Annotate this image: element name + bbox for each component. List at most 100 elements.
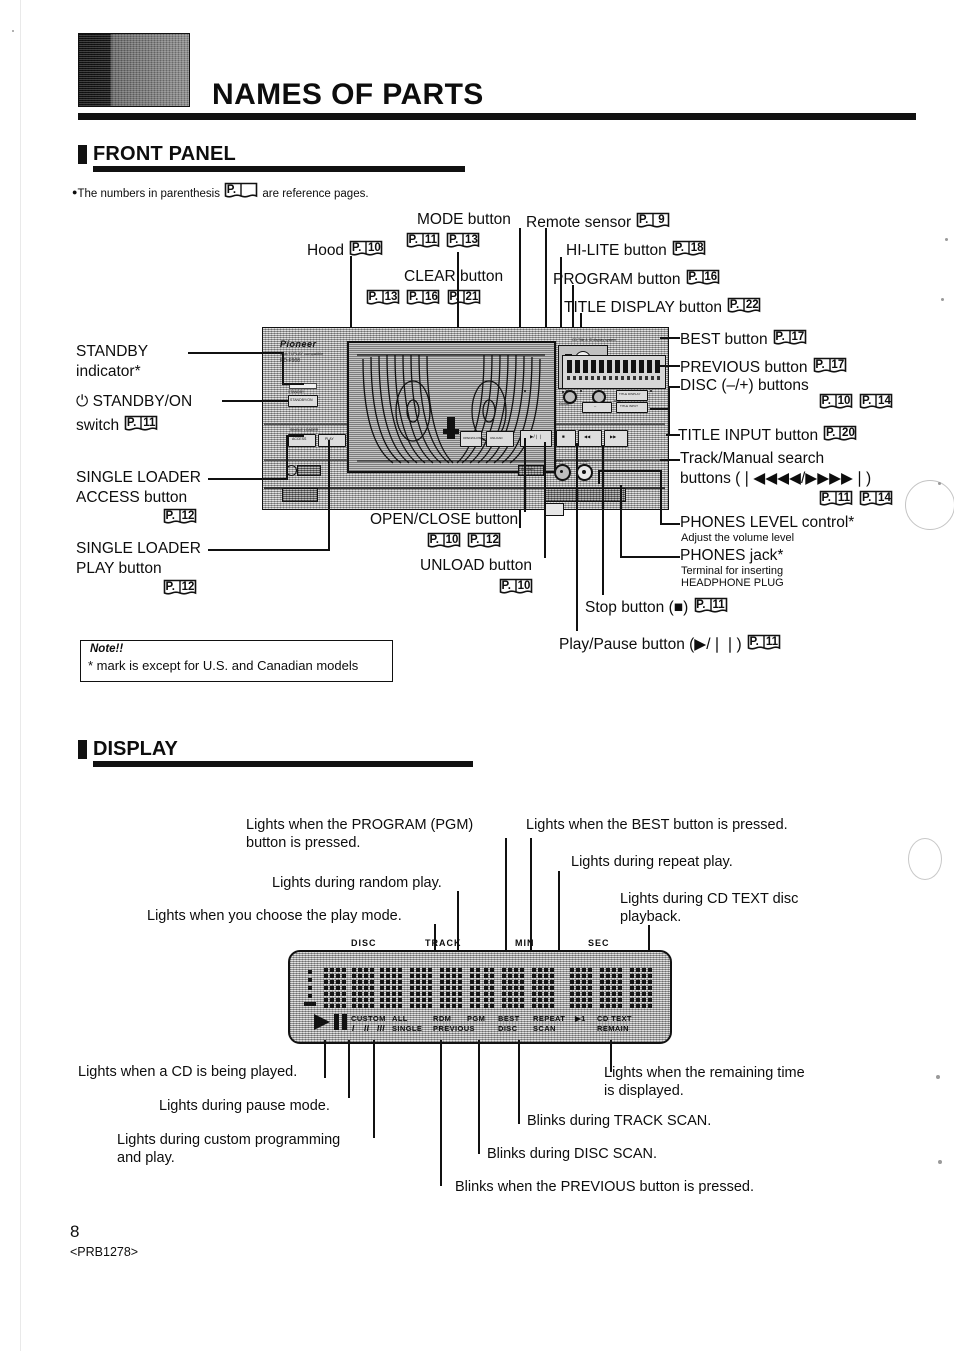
standby-on-line2: switch bbox=[76, 416, 120, 434]
unload-callout-label: UNLOAD button bbox=[420, 557, 532, 574]
leader-line bbox=[650, 408, 668, 410]
callout-clear-button-refs: P. 13 P. 16 P. 21 bbox=[365, 289, 482, 309]
call out-previous-blink: Blinks when the PREVIOUS button is press… bbox=[455, 1179, 755, 1195]
callout-single-loader-access: SINGLE LOADER ACCESS button P. 12 bbox=[76, 469, 201, 528]
leader-line bbox=[660, 459, 680, 461]
cd-text-line2: playback. bbox=[620, 908, 682, 925]
cd-text-badge: CD Title & ID display system bbox=[572, 338, 617, 342]
callout-stop-button: Stop button (■) P. 11 bbox=[585, 597, 729, 617]
callout-random-indicator: Lights during random play. bbox=[272, 875, 442, 891]
leader-line bbox=[668, 386, 680, 388]
fluorescent-display-panel: CUSTOM ALL RDM PGM BEST REPEAT ▶1 CD TEX… bbox=[288, 950, 672, 1044]
indicator-best: BEST bbox=[498, 1014, 520, 1023]
note-title: Note!! bbox=[90, 643, 124, 655]
leader-line bbox=[324, 1040, 326, 1078]
indicator-all: ALL bbox=[392, 1014, 408, 1023]
leader-line bbox=[598, 470, 660, 472]
single-loader-group-label: SINGLE LOADER bbox=[290, 428, 319, 432]
leader-line bbox=[208, 549, 330, 551]
play-pause-callout-label: Play/Pause button (▶/❘❘) bbox=[559, 636, 742, 653]
leader-line bbox=[602, 445, 604, 595]
remain-line1: Lights when the remaining time bbox=[604, 1065, 805, 1081]
callout-cd-text-indicator: Lights during CD TEXT disc playback. bbox=[620, 891, 798, 925]
cd-changer-illustration: Pioneer MULTI-PLAY compatible PD-F908 ST… bbox=[262, 327, 669, 510]
page-ref-number: 12 bbox=[181, 510, 195, 523]
page-ref-number: 18 bbox=[690, 242, 704, 254]
indicator-remain: REMAIN bbox=[597, 1024, 629, 1033]
remain-line2: is displayed. bbox=[604, 1082, 684, 1099]
scan-artifact-arc bbox=[908, 838, 942, 880]
front-panel-heading: FRONT PANEL bbox=[93, 143, 236, 165]
phones-plate-label: PHONES bbox=[521, 467, 534, 471]
page-ref-number: 10 bbox=[445, 534, 459, 546]
display-heading: DISPLAY bbox=[93, 738, 178, 760]
page-ref-icon: P. 9 bbox=[636, 212, 670, 232]
leader-line bbox=[660, 365, 680, 367]
page-ref-icon: P. 13 bbox=[366, 289, 400, 309]
unload-label: UNLOAD bbox=[490, 436, 503, 440]
callout-standby-on-switch: ⏻ STANDBY/ON switch P. 11 bbox=[76, 393, 192, 435]
leader-line bbox=[576, 443, 578, 631]
phones-jack-label: PHONES jack* bbox=[680, 547, 784, 564]
display-rule bbox=[93, 761, 473, 767]
page-ref-icon: P. 11 bbox=[406, 232, 440, 252]
title-rule bbox=[78, 113, 916, 120]
manual-page: NAMES OF PARTS FRONT PANEL ●The numbers … bbox=[0, 0, 954, 1351]
front-panel-rule bbox=[93, 166, 465, 172]
best-label: BEST button bbox=[680, 331, 768, 348]
phones-level-label: PHONES LEVEL control* bbox=[680, 514, 855, 531]
callout-playing-indicator: Lights when a CD is being played. bbox=[78, 1064, 298, 1080]
scan-speck bbox=[12, 30, 14, 32]
page-ref-icon: P. bbox=[224, 182, 258, 202]
page-ref-icon: P. 16 bbox=[686, 269, 720, 289]
model-subtitle: MULTI-PLAY compatible bbox=[280, 351, 324, 356]
callout-title-input-button: TITLE INPUT button P. 20 bbox=[678, 425, 858, 445]
phones-level-control[interactable] bbox=[554, 464, 571, 481]
callout-track-manual-search: Track/Manual search buttons (❘◀◀◀◀/▶▶▶▶❘… bbox=[680, 450, 872, 487]
page-ref-icon: P. 12 bbox=[163, 508, 197, 528]
callout-disc-scan: Blinks during DISC SCAN. bbox=[487, 1146, 658, 1162]
program-indicator-line2: button is pressed. bbox=[246, 834, 361, 851]
leader-line bbox=[660, 337, 680, 339]
scan-artifact-arc bbox=[905, 480, 954, 530]
brand-logo: Pioneer bbox=[280, 339, 317, 349]
program-indicator-line1: Lights when the PROGRAM (PGM) bbox=[246, 817, 474, 833]
sl-play-line1: SINGLE LOADER bbox=[76, 540, 201, 557]
phones-jack[interactable] bbox=[576, 464, 593, 481]
leader-line bbox=[478, 1040, 480, 1154]
callout-clear-button: CLEAR button bbox=[404, 268, 503, 286]
leader-line bbox=[282, 383, 304, 385]
open-close-callout-label: OPEN/CLOSE button bbox=[370, 511, 519, 528]
page-ref-icon: P. 11 bbox=[124, 415, 158, 435]
display-label-min: MIN bbox=[515, 938, 535, 948]
page-ref-number: 12 bbox=[181, 581, 195, 594]
callout-repeat-indicator: Lights during repeat play. bbox=[571, 854, 733, 870]
front-panel-section-marker bbox=[78, 145, 87, 164]
page-ref-number: 22 bbox=[745, 299, 759, 311]
callout-phones-level: PHONES LEVEL control* bbox=[680, 514, 855, 532]
page-ref-number: 14 bbox=[878, 395, 891, 407]
stop-button[interactable] bbox=[556, 430, 576, 447]
title-input-label: TITLE INPUT bbox=[620, 404, 639, 408]
page-ref-icon: P. 17 bbox=[773, 329, 807, 349]
page-code: <PRB1278> bbox=[70, 1245, 139, 1259]
callout-pause-indicator: Lights during pause mode. bbox=[159, 1098, 330, 1114]
page-ref-number: 10 bbox=[517, 580, 531, 592]
track-search-line2: buttons (❘◀◀◀◀/▶▶▶▶❘) bbox=[680, 469, 872, 487]
callout-hood: Hood P. 10 bbox=[307, 240, 384, 260]
standby-indicator-line1: STANDBY bbox=[76, 343, 149, 360]
callout-title-display-button: TITLE DISPLAY button P. 22 bbox=[564, 297, 762, 317]
leader-line bbox=[620, 556, 680, 558]
page-ref-number: 17 bbox=[791, 331, 805, 343]
callout-program-indicator: Lights when the PROGRAM (PGM) button is … bbox=[246, 817, 474, 851]
page-ref-icon: P. 10 bbox=[819, 393, 853, 413]
leader-line bbox=[666, 434, 680, 436]
callout-phones-jack: PHONES jack* bbox=[680, 547, 784, 565]
scan-speck bbox=[945, 238, 948, 241]
disc-minus-button[interactable] bbox=[582, 402, 612, 413]
page-ref-number: 14 bbox=[878, 492, 891, 504]
callout-remain-indicator: Lights when the remaining time is displa… bbox=[604, 1065, 805, 1099]
drawer-notch bbox=[545, 503, 564, 516]
access-label: ACCESS bbox=[292, 437, 307, 441]
page-ref-icon: P. 10 bbox=[349, 240, 383, 260]
